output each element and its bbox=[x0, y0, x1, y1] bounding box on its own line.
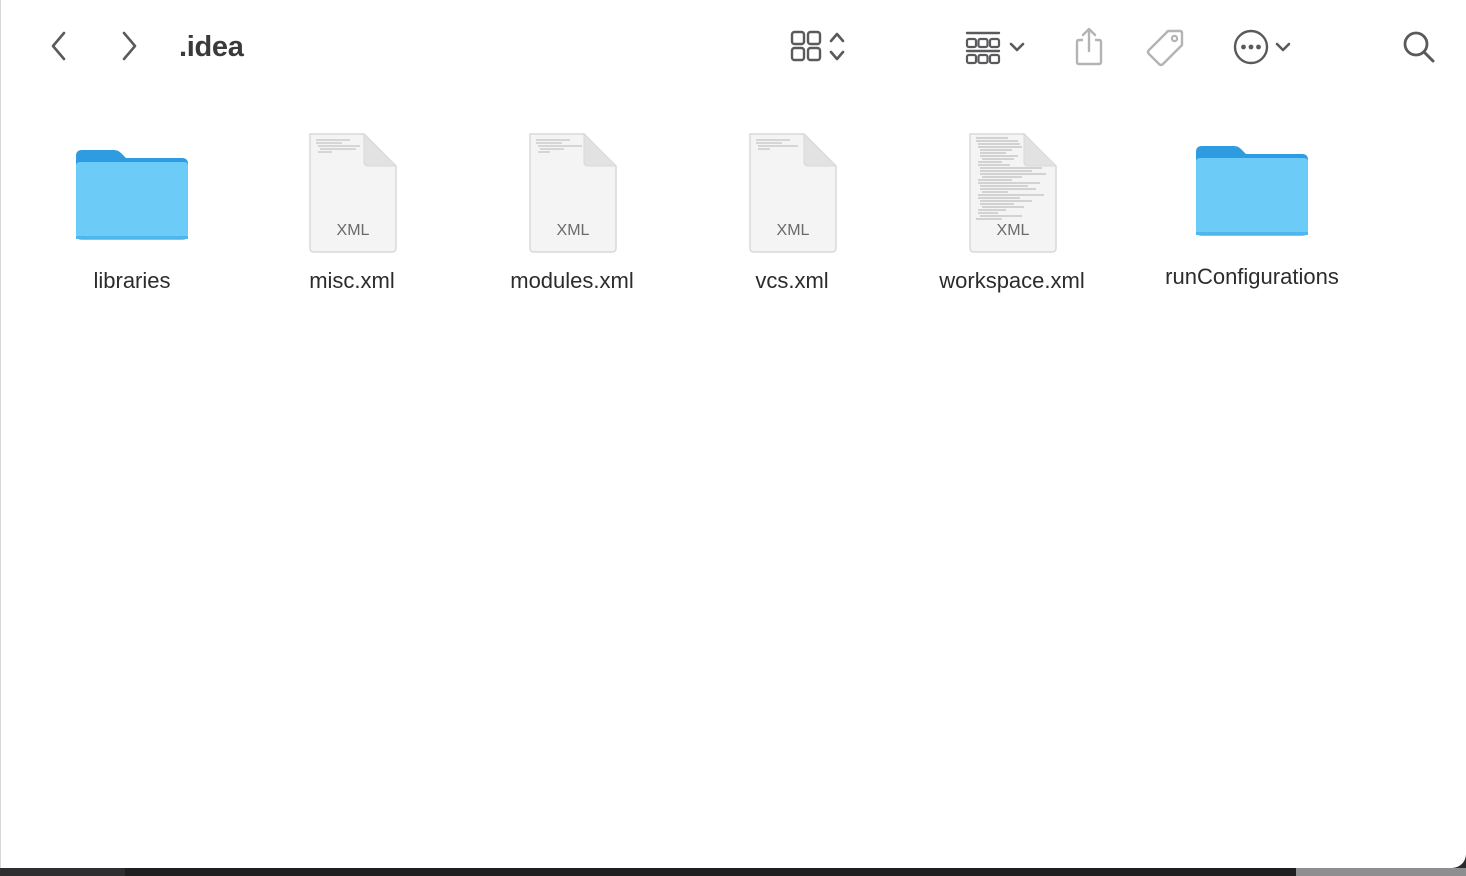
finder-window: .idea libraries XML misc.xml XML modules… bbox=[0, 0, 1466, 868]
file-item-vcs-xml[interactable]: XML vcs.xml bbox=[682, 126, 902, 294]
tag-button[interactable] bbox=[1141, 24, 1189, 70]
xml-file-icon: XML bbox=[287, 126, 417, 256]
file-item-misc-xml[interactable]: XML misc.xml bbox=[242, 126, 462, 294]
forward-button[interactable] bbox=[111, 26, 147, 66]
desktop-strip bbox=[0, 868, 1466, 876]
file-name: workspace.xml bbox=[939, 268, 1085, 293]
desktop-strip-segment bbox=[0, 868, 125, 876]
share-icon bbox=[1075, 27, 1103, 66]
file-name: libraries bbox=[93, 268, 171, 293]
file-item-modules-xml[interactable]: XML modules.xml bbox=[462, 126, 682, 294]
file-badge: XML bbox=[337, 222, 370, 239]
ellipsis-circle-icon bbox=[1233, 29, 1269, 65]
search-icon bbox=[1403, 31, 1435, 63]
view-mode-button[interactable] bbox=[779, 26, 855, 68]
file-item-workspace-xml[interactable]: XML workspace.xml bbox=[902, 126, 1122, 294]
file-item-runconfigurations[interactable]: runConfigurations bbox=[1142, 122, 1362, 290]
group-by-icon bbox=[965, 31, 1001, 65]
folder-icon bbox=[1187, 122, 1317, 252]
action-button[interactable] bbox=[1227, 26, 1299, 68]
chevron-down-icon bbox=[1275, 42, 1291, 52]
window-title: .idea bbox=[179, 31, 244, 63]
file-badge: XML bbox=[777, 222, 810, 239]
toolbar: .idea bbox=[1, 0, 1466, 96]
search-button[interactable] bbox=[1397, 26, 1441, 68]
grid-view-icon bbox=[790, 30, 822, 62]
file-item-libraries[interactable]: libraries bbox=[22, 126, 242, 294]
xml-file-icon: XML bbox=[727, 126, 857, 256]
xml-file-icon: XML bbox=[947, 126, 1077, 256]
file-name: runConfigurations bbox=[1165, 264, 1339, 289]
chevron-left-icon bbox=[51, 31, 66, 61]
file-name: modules.xml bbox=[510, 268, 634, 293]
file-name: vcs.xml bbox=[755, 268, 829, 293]
chevron-right-icon bbox=[122, 31, 137, 61]
desktop-strip-segment bbox=[1296, 868, 1466, 876]
back-button[interactable] bbox=[41, 26, 77, 66]
share-button[interactable] bbox=[1067, 24, 1111, 70]
tag-icon bbox=[1146, 29, 1184, 67]
file-badge: XML bbox=[997, 222, 1030, 239]
chevron-down-icon bbox=[1009, 42, 1025, 52]
xml-file-icon: XML bbox=[507, 126, 637, 256]
folder-icon bbox=[67, 126, 197, 256]
chevron-up-down-icon bbox=[829, 32, 845, 61]
file-badge: XML bbox=[557, 222, 590, 239]
file-name: misc.xml bbox=[309, 268, 395, 293]
group-by-button[interactable] bbox=[955, 26, 1035, 68]
